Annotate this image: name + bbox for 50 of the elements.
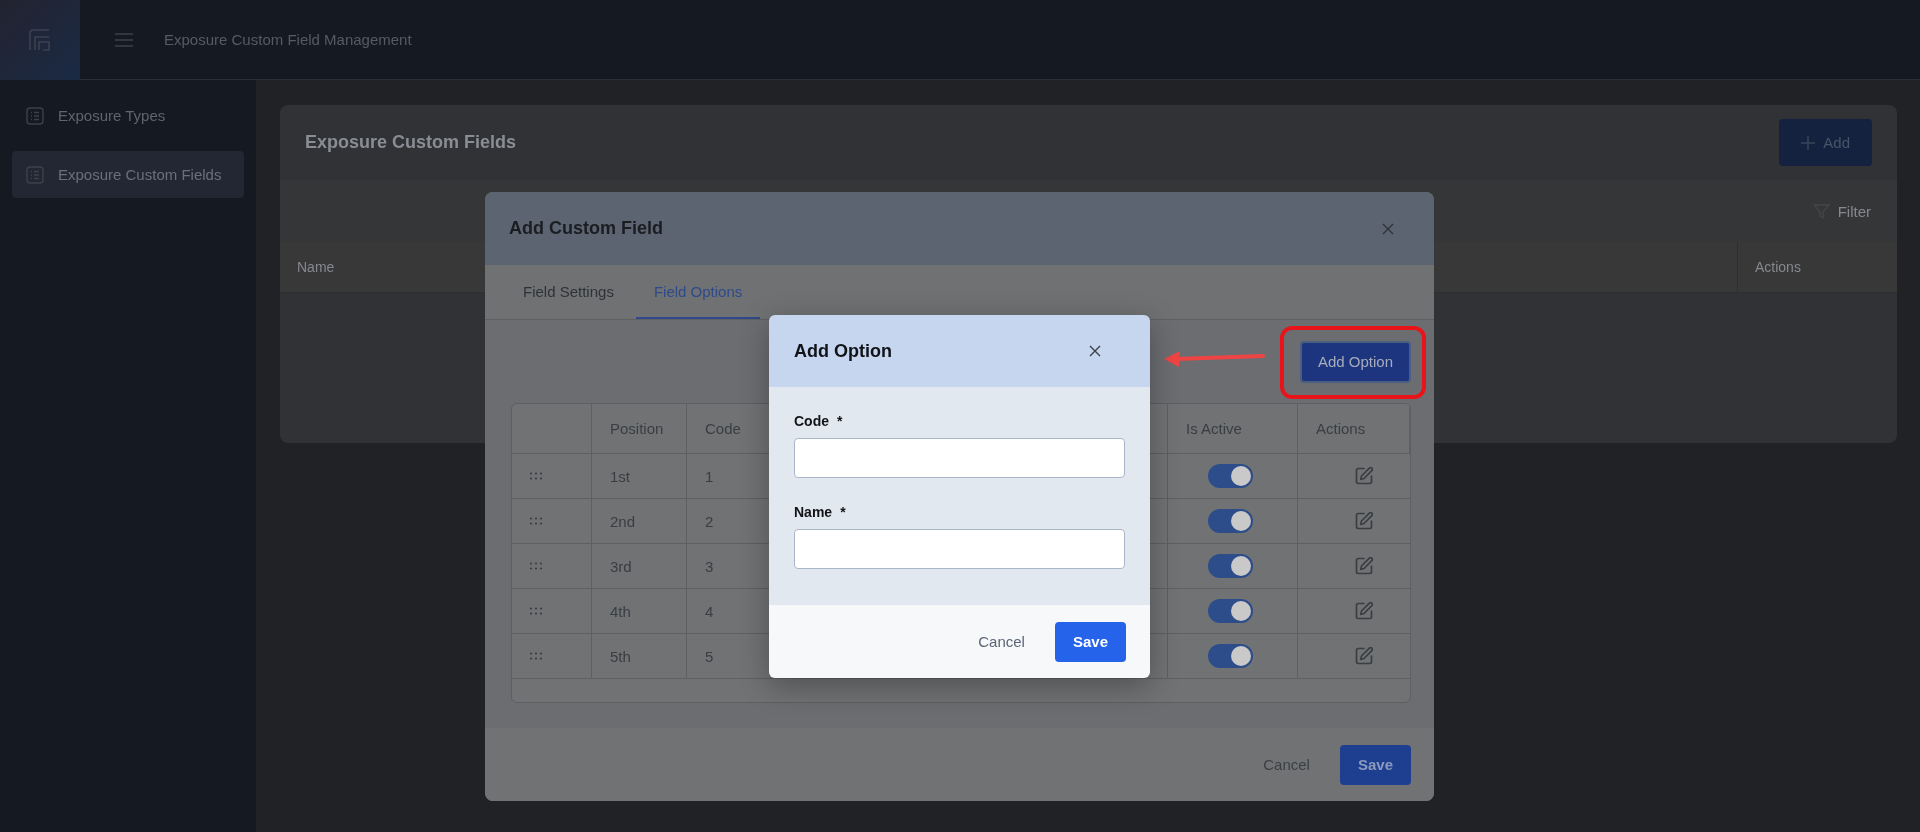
list-icon xyxy=(26,106,44,125)
active-toggle[interactable] xyxy=(1208,644,1253,668)
close-icon xyxy=(1382,222,1394,235)
app-title: Exposure Custom Field Management xyxy=(164,31,412,48)
active-toggle[interactable] xyxy=(1208,599,1253,623)
save-button[interactable]: Save xyxy=(1054,621,1126,662)
close-icon xyxy=(1089,345,1101,357)
sidebar-item[interactable]: Exposure Types xyxy=(12,92,244,139)
input-field[interactable] xyxy=(794,529,1125,569)
column-header: Actions xyxy=(1755,259,1801,275)
sidebar-item-label: Exposure Types xyxy=(58,107,166,124)
edit-icon xyxy=(1354,556,1374,576)
active-toggle[interactable] xyxy=(1208,509,1253,533)
edit-icon xyxy=(1354,511,1374,531)
add-option-button[interactable]: Add Option xyxy=(1299,340,1411,383)
drag-handle-icon[interactable] xyxy=(530,607,542,615)
active-toggle[interactable] xyxy=(1208,464,1253,488)
required-marker: * xyxy=(840,504,846,520)
cancel-button[interactable]: Cancel xyxy=(972,633,1031,650)
edit-icon xyxy=(1354,601,1374,621)
active-toggle[interactable] xyxy=(1208,554,1253,578)
drag-handle-icon[interactable] xyxy=(530,517,542,525)
field-label: Code xyxy=(794,413,829,429)
edit-button[interactable] xyxy=(1354,466,1374,486)
drag-handle-icon[interactable] xyxy=(530,562,542,570)
edit-icon xyxy=(1354,646,1374,666)
edit-button[interactable] xyxy=(1354,646,1374,666)
sidebar-item-label: Exposure Custom Fields xyxy=(58,166,222,183)
save-button[interactable]: Save xyxy=(1339,744,1411,785)
tab[interactable]: Field Settings xyxy=(505,265,632,319)
logo-icon xyxy=(29,28,51,51)
edit-button[interactable] xyxy=(1354,601,1374,621)
required-marker: * xyxy=(837,413,843,429)
field-label: Name xyxy=(794,504,833,520)
sidebar-item[interactable]: Exposure Custom Fields xyxy=(12,151,244,198)
card-title: Exposure Custom Fields xyxy=(305,132,517,153)
input-field[interactable] xyxy=(794,438,1125,478)
menu-icon xyxy=(115,32,133,47)
edit-icon xyxy=(1354,466,1374,486)
dialog-title: Add Option xyxy=(794,340,892,362)
drag-handle-icon[interactable] xyxy=(530,652,542,660)
filter-button[interactable]: Filter xyxy=(1806,201,1877,221)
edit-button[interactable] xyxy=(1354,556,1374,576)
column-header: Name xyxy=(297,259,335,275)
edit-button[interactable] xyxy=(1354,511,1374,531)
tab[interactable]: Field Options xyxy=(635,265,761,319)
plus-icon xyxy=(1801,135,1816,150)
list-icon xyxy=(26,165,44,184)
dialog-title: Add Custom Field xyxy=(509,218,663,239)
drag-handle-icon[interactable] xyxy=(530,472,542,480)
